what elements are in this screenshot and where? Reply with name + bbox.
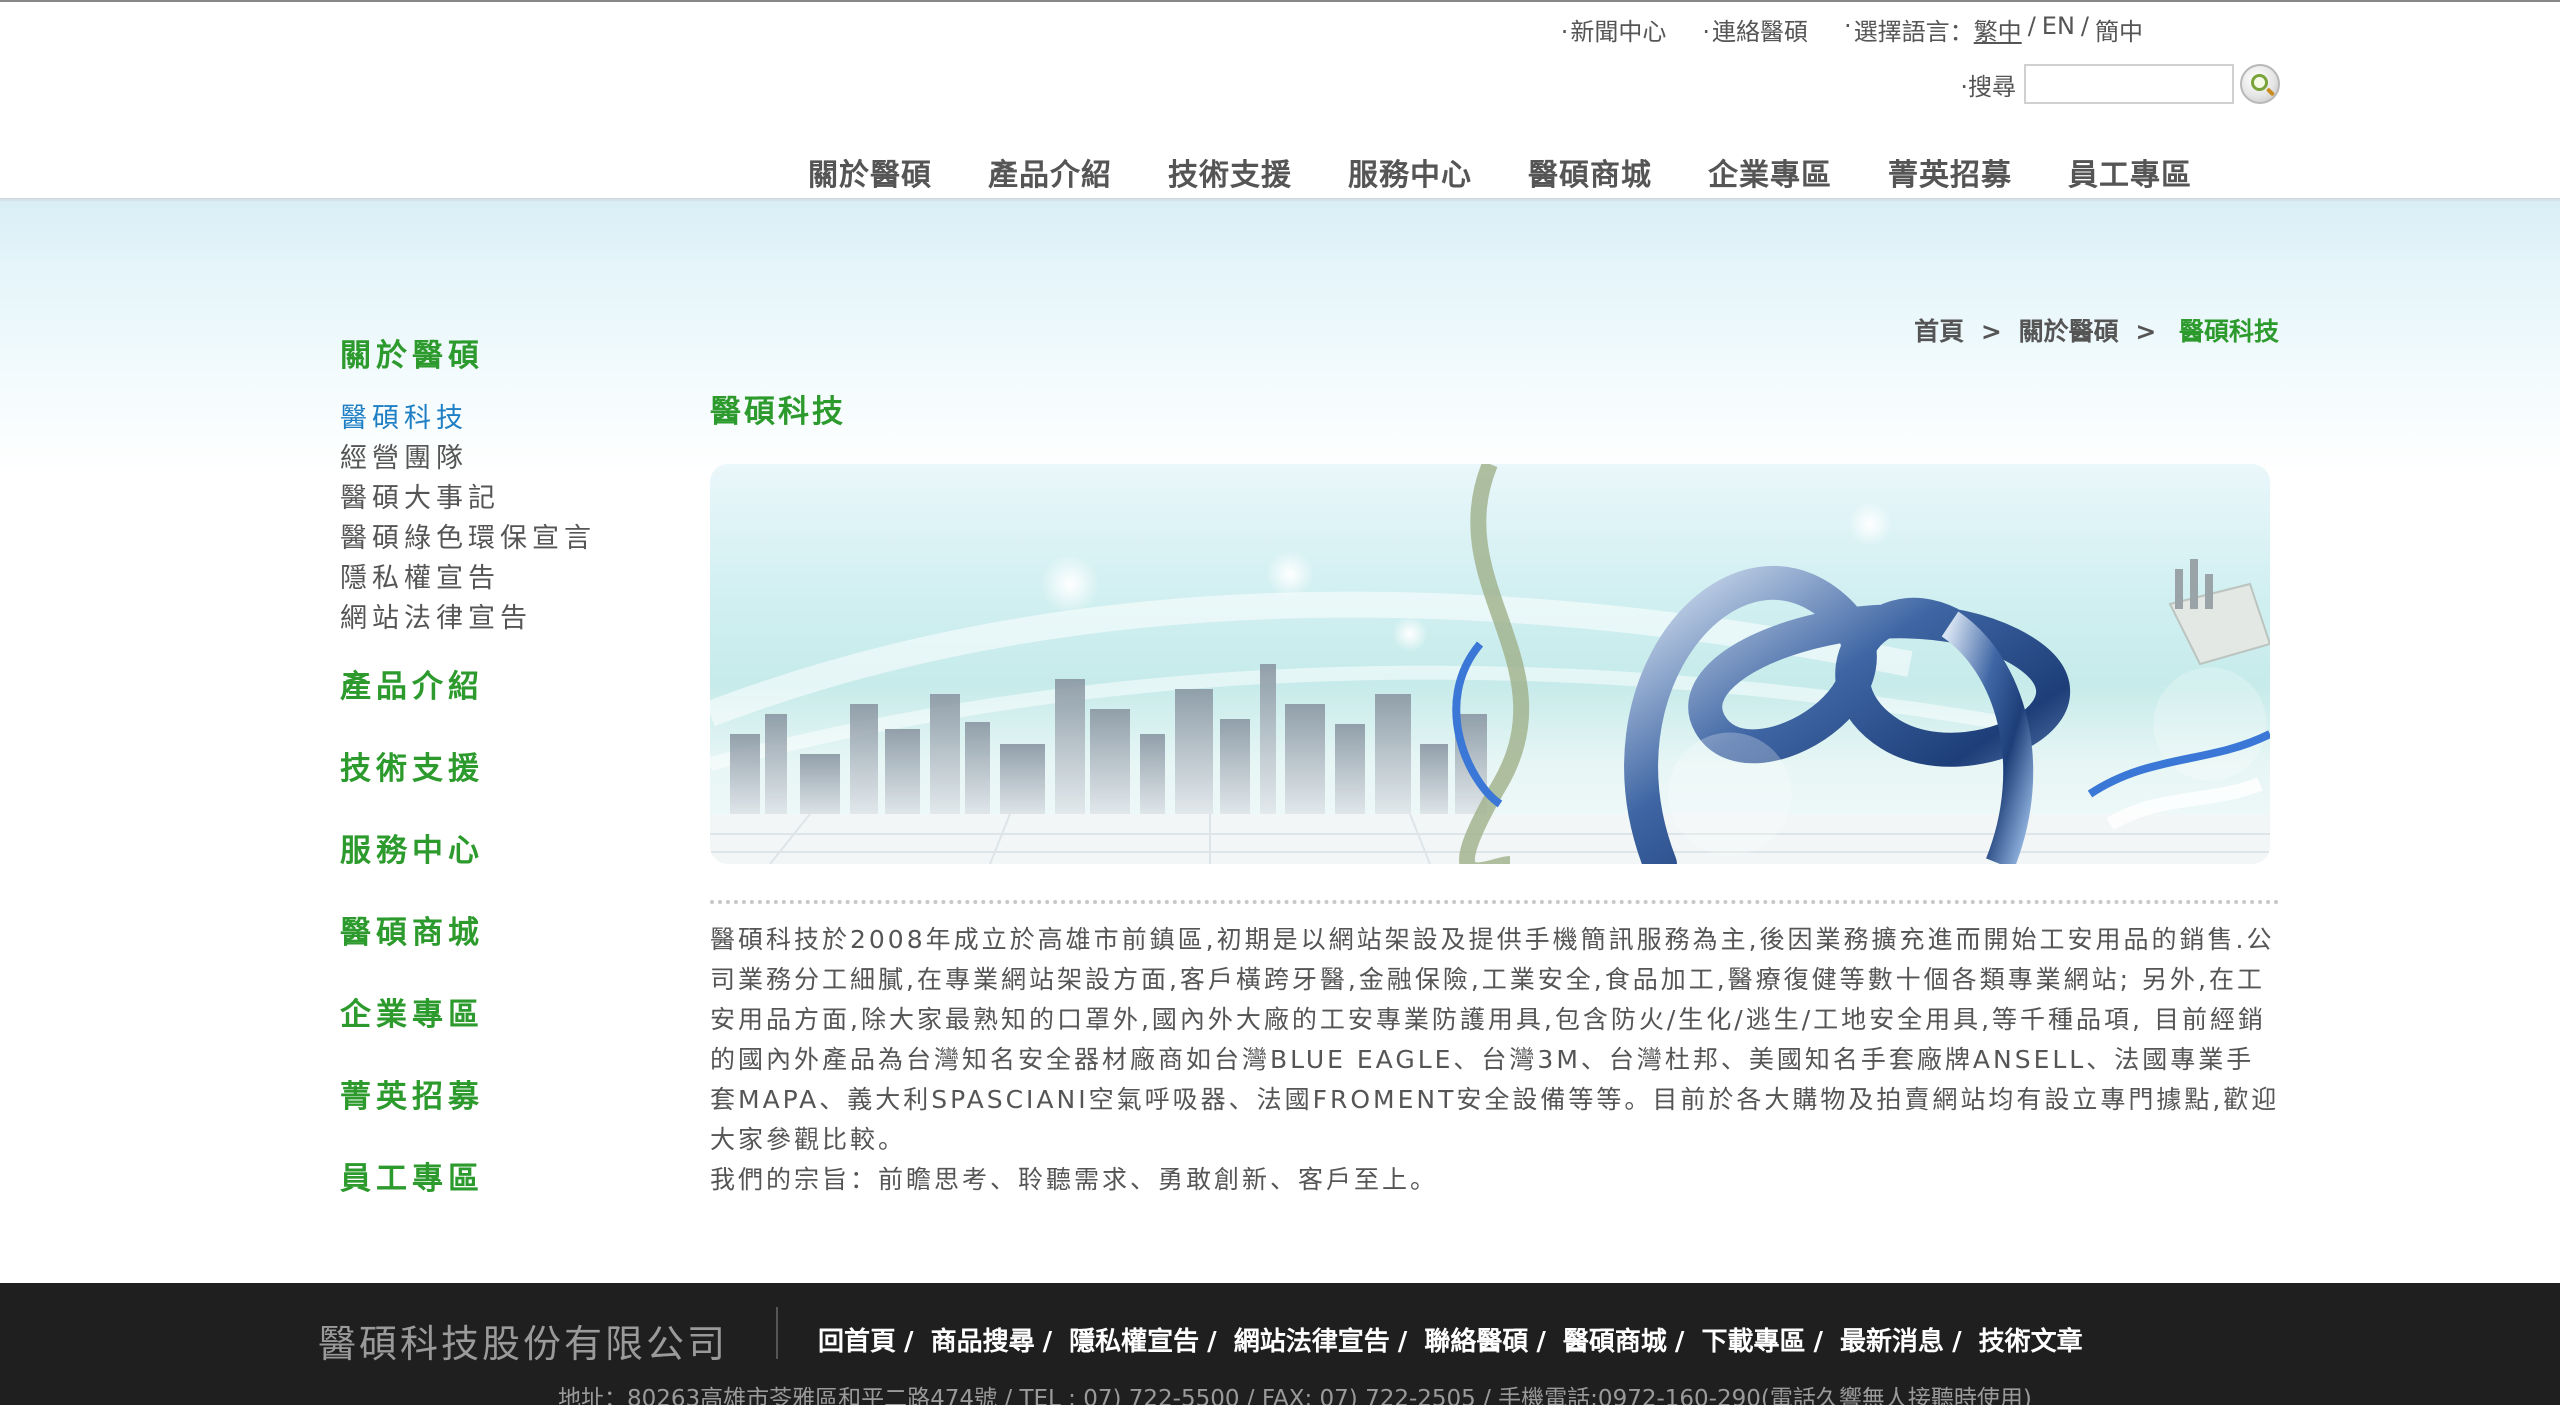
- footer-link-legal[interactable]: 網站法律宣告: [1234, 1327, 1390, 1357]
- nav-products[interactable]: 產品介紹: [988, 150, 1112, 194]
- util-link-contact[interactable]: ·連絡醫碩: [1702, 12, 1808, 47]
- intro-paragraph: 醫碩科技於2008年成立於高雄市前鎮區,初期是以網站架設及提供手機簡訊服務為主,…: [710, 925, 2280, 1154]
- nav-employee[interactable]: 員工專區: [2068, 150, 2192, 194]
- search-input[interactable]: [2024, 64, 2234, 104]
- search-label: ·搜尋: [1960, 72, 2016, 101]
- mission-paragraph: 我們的宗旨：前瞻思考、聆聽需求、勇敢創新、客戶至上。: [710, 1165, 1439, 1194]
- footer-company-name: 醫碩科技股份有限公司: [318, 1322, 729, 1366]
- footer-link-news[interactable]: 最新消息: [1840, 1327, 1944, 1357]
- banner-illustration: [710, 464, 2270, 864]
- sidebar: 關於醫碩 醫碩科技 經營團隊 醫碩大事記 醫碩綠色環保宣言 隱私權宣告 網站法律…: [340, 330, 660, 1235]
- company-description: 醫碩科技於2008年成立於高雄市前鎮區,初期是以網站架設及提供手機簡訊服務為主,…: [710, 920, 2280, 1200]
- nav-about[interactable]: 關於醫碩: [808, 150, 932, 194]
- footer-link-home[interactable]: 回首頁: [818, 1327, 896, 1357]
- sidebar-menu-mall[interactable]: 醫碩商城: [340, 907, 660, 989]
- search-button[interactable]: [2240, 64, 2280, 104]
- nav-mall[interactable]: 醫碩商城: [1528, 150, 1652, 194]
- sidebar-menu-products[interactable]: 產品介紹: [340, 661, 660, 743]
- utility-links: ·新聞中心 ·連絡醫碩 · 選擇語言： 繁中 / EN / 簡中: [1561, 12, 2143, 47]
- main-nav: 關於醫碩 產品介紹 技術支援 服務中心 醫碩商城 企業專區 菁英招募 員工專區: [808, 150, 2248, 194]
- sidebar-menu: 產品介紹 技術支援 服務中心 醫碩商城 企業專區 菁英招募 員工專區: [340, 661, 660, 1235]
- sidebar-item-green-declaration[interactable]: 醫碩綠色環保宣言: [340, 519, 660, 559]
- hero-banner-image: [710, 464, 2270, 864]
- breadcrumb: 首頁 > 關於醫碩 > 醫碩科技: [1914, 317, 2279, 346]
- nav-enterprise[interactable]: 企業專區: [1708, 150, 1832, 194]
- language-option-english[interactable]: EN: [2042, 12, 2075, 47]
- footer-link-mall[interactable]: 醫碩商城: [1563, 1327, 1667, 1357]
- footer-link-downloads[interactable]: 下載專區: [1701, 1327, 1805, 1357]
- sidebar-submenu: 醫碩科技 經營團隊 醫碩大事記 醫碩綠色環保宣言 隱私權宣告 網站法律宣告: [340, 399, 660, 639]
- breadcrumb-home[interactable]: 首頁: [1914, 317, 1964, 346]
- sidebar-item-milestones[interactable]: 醫碩大事記: [340, 479, 660, 519]
- sidebar-menu-tech-support[interactable]: 技術支援: [340, 743, 660, 825]
- nav-careers[interactable]: 菁英招募: [1888, 150, 2012, 194]
- language-label: 選擇語言：: [1853, 18, 1974, 46]
- nav-service-center[interactable]: 服務中心: [1348, 150, 1472, 194]
- language-option-traditional[interactable]: 繁中: [1974, 12, 2022, 47]
- footer-link-tech-articles[interactable]: 技術文章: [1979, 1327, 2083, 1357]
- sidebar-item-team[interactable]: 經營團隊: [340, 439, 660, 479]
- footer-links: 回首頁 / 商品搜尋 / 隱私權宣告 / 網站法律宣告 / 聯絡醫碩 / 醫碩商城 / 下載…: [818, 1327, 2083, 1357]
- breadcrumb-about[interactable]: 關於醫碩: [2019, 317, 2119, 346]
- search-bar: ·搜尋: [1960, 64, 2280, 104]
- top-border-line: [0, 0, 2560, 2]
- sidebar-item-legal[interactable]: 網站法律宣告: [340, 599, 660, 639]
- sidebar-menu-careers[interactable]: 菁英招募: [340, 1071, 660, 1153]
- footer-link-contact[interactable]: 聯絡醫碩: [1424, 1327, 1528, 1357]
- sidebar-item-privacy[interactable]: 隱私權宣告: [340, 559, 660, 599]
- language-selector: · 選擇語言： 繁中 / EN / 簡中: [1844, 12, 2143, 47]
- page-title: 醫碩科技: [710, 394, 846, 430]
- sidebar-section-title[interactable]: 關於醫碩: [340, 330, 660, 375]
- dotted-divider: [710, 900, 2280, 904]
- footer-link-product-search[interactable]: 商品搜尋: [931, 1327, 1035, 1357]
- sidebar-item-company[interactable]: 醫碩科技: [340, 399, 660, 439]
- language-option-simplified[interactable]: 簡中: [2095, 12, 2143, 47]
- footer-address: 地址：80263高雄市苓雅區和平二路474號 / TEL : 07) 722-5…: [558, 1386, 2032, 1405]
- sidebar-menu-service-center[interactable]: 服務中心: [340, 825, 660, 907]
- sidebar-menu-employee[interactable]: 員工專區: [340, 1153, 660, 1235]
- sidebar-menu-enterprise[interactable]: 企業專區: [340, 989, 660, 1071]
- util-link-news[interactable]: ·新聞中心: [1561, 12, 1667, 47]
- magnifier-icon: [2251, 74, 2268, 91]
- footer-divider: [776, 1307, 778, 1359]
- nav-tech-support[interactable]: 技術支援: [1168, 150, 1292, 194]
- footer: 醫碩科技股份有限公司 回首頁 / 商品搜尋 / 隱私權宣告 / 網站法律宣告 / 聯絡醫…: [0, 1283, 2560, 1405]
- footer-link-privacy[interactable]: 隱私權宣告: [1069, 1327, 1199, 1357]
- breadcrumb-current: 醫碩科技: [2178, 317, 2279, 346]
